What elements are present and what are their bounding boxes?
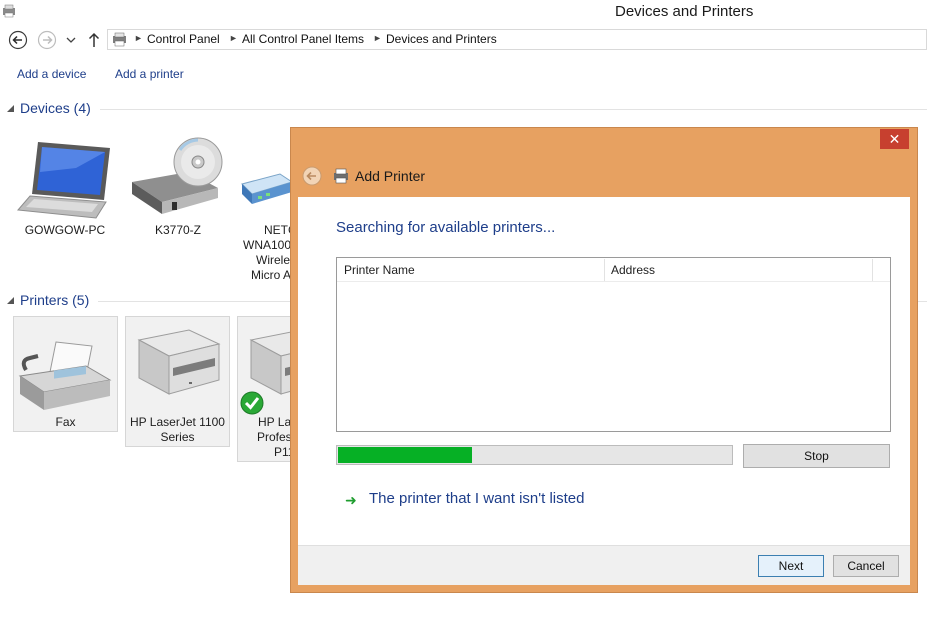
column-divider [604,259,605,281]
default-printer-check-icon [240,391,264,415]
title-bar: Devices and Printers [0,0,928,26]
next-button[interactable]: Next [758,555,824,577]
printer-icon [334,168,348,184]
fax-icon [18,341,112,410]
collapse-group-icon[interactable] [6,104,15,113]
laser-printer-icon [137,329,221,395]
add-printer-button[interactable]: Add a printer [115,67,184,81]
printer-label: Fax [55,415,76,429]
column-header-printer-name[interactable]: Printer Name [344,263,415,277]
devices-printers-icon [3,4,15,18]
recent-locations-chevron-icon[interactable] [66,36,76,44]
device-label: GOWGOW-PC [24,223,106,237]
window-title: Devices and Printers [615,3,754,20]
network-adapter-icon[interactable] [240,170,292,210]
breadcrumb-control-panel[interactable]: Control Panel [147,32,220,46]
cancel-button[interactable]: Cancel [833,555,899,577]
group-divider [100,109,927,110]
printer-not-listed-link[interactable]: The printer that I want isn't listed [369,490,584,507]
breadcrumb-devices-printers[interactable]: Devices and Printers [386,32,497,46]
device-label: K3770-Z [154,223,202,237]
optical-drive-icon[interactable] [128,136,228,216]
back-icon[interactable] [8,30,28,50]
breadcrumb-separator-icon: ► [134,33,143,43]
up-arrow-icon[interactable] [87,31,101,49]
laptop-icon[interactable] [16,138,112,222]
add-device-button[interactable]: Add a device [17,67,86,81]
dialog-title: Add Printer [355,168,426,184]
laser-printer-icon [249,330,295,395]
printer-results-list[interactable] [336,257,891,432]
breadcrumb-separator-icon: ► [373,33,382,43]
forward-icon[interactable] [37,30,57,50]
printer-label: HP LaserJet 1100 Series [130,415,225,444]
dialog-close-button[interactable]: ✕ [880,129,909,149]
breadcrumb-separator-icon: ► [229,33,238,43]
breadcrumb-all-items[interactable]: All Control Panel Items [242,32,364,46]
stop-button[interactable]: Stop [743,444,890,468]
printer-label: HP La Profes P11 [257,415,295,459]
column-divider [872,259,873,281]
searching-heading: Searching for available printers... [336,219,556,236]
devices-group-header[interactable]: Devices (4) [20,100,91,116]
control-panel-icon [113,32,126,47]
collapse-group-icon[interactable] [6,296,15,305]
printers-group-header[interactable]: Printers (5) [20,292,89,308]
green-arrow-icon: ➜ [345,492,357,508]
search-progress-bar [336,445,733,465]
dialog-back-icon[interactable] [302,166,322,186]
progress-fill [338,447,472,463]
column-header-address[interactable]: Address [611,263,655,277]
